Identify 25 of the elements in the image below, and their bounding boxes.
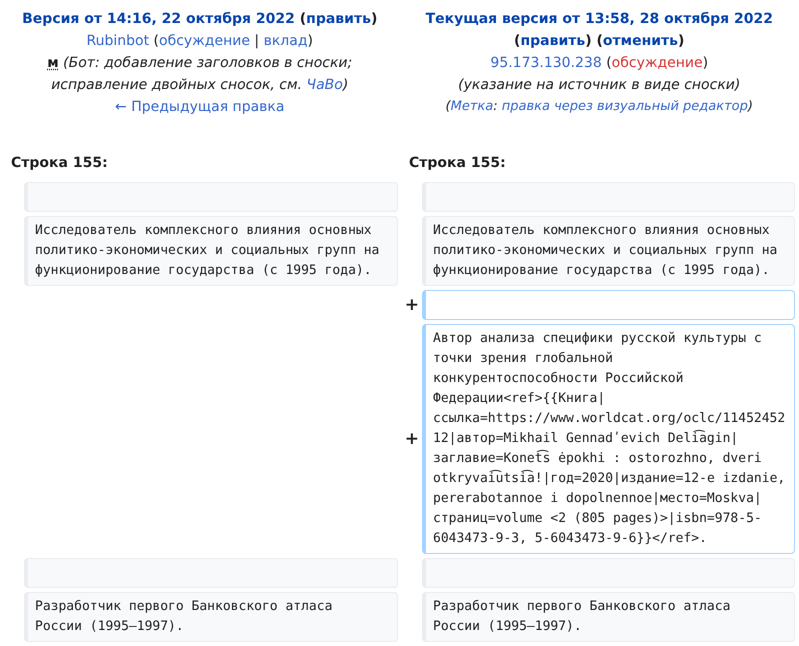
edit-summary: м (Бот: добавление заголовков в сноски; исправление двойных сносок, см. ЧаВо) <box>47 55 352 93</box>
revision-heading: Текущая версия от 13:58, 28 октября 2022 (править) (отменить) <box>426 11 773 49</box>
line-number-heading: Строка 155: <box>11 155 108 171</box>
tag-link[interactable]: правка через визуальный редактор <box>502 99 748 114</box>
revision-author-line: Rubinbot (обсуждение | вклад) <box>86 33 313 49</box>
previous-edit-link[interactable]: ← Предыдущая правка <box>115 99 284 115</box>
heading-link[interactable]: Версия от 14:16, 22 октября 2022 <box>22 11 295 27</box>
revision-author-line: 95.173.130.238 (обсуждение) <box>490 55 708 71</box>
edit-summary: (указание на источник в виде сноски) <box>458 77 740 93</box>
user-link[interactable]: обсуждение <box>159 33 250 49</box>
summary-link[interactable]: ЧаВо <box>306 77 343 93</box>
plus-marker: + <box>404 296 419 314</box>
plus-marker: + <box>404 430 419 448</box>
user-link[interactable]: обсуждение <box>612 55 703 71</box>
tag-line: (Метка: правка через визуальный редактор) <box>446 99 753 114</box>
heading-link[interactable]: править <box>520 33 586 49</box>
user-link[interactable]: Rubinbot <box>86 33 150 49</box>
heading-link[interactable]: править <box>306 11 371 27</box>
line-number-heading: Строка 155: <box>409 155 506 171</box>
user-link[interactable]: вклад <box>264 33 308 49</box>
heading-link[interactable]: Текущая версия от 13:58, 28 октября 2022 <box>426 11 773 27</box>
revision-heading: Версия от 14:16, 22 октября 2022 (править) <box>22 11 378 27</box>
heading-link[interactable]: отменить <box>602 33 678 49</box>
user-link[interactable]: 95.173.130.238 <box>490 55 602 71</box>
tag-link[interactable]: Метка <box>450 99 494 114</box>
